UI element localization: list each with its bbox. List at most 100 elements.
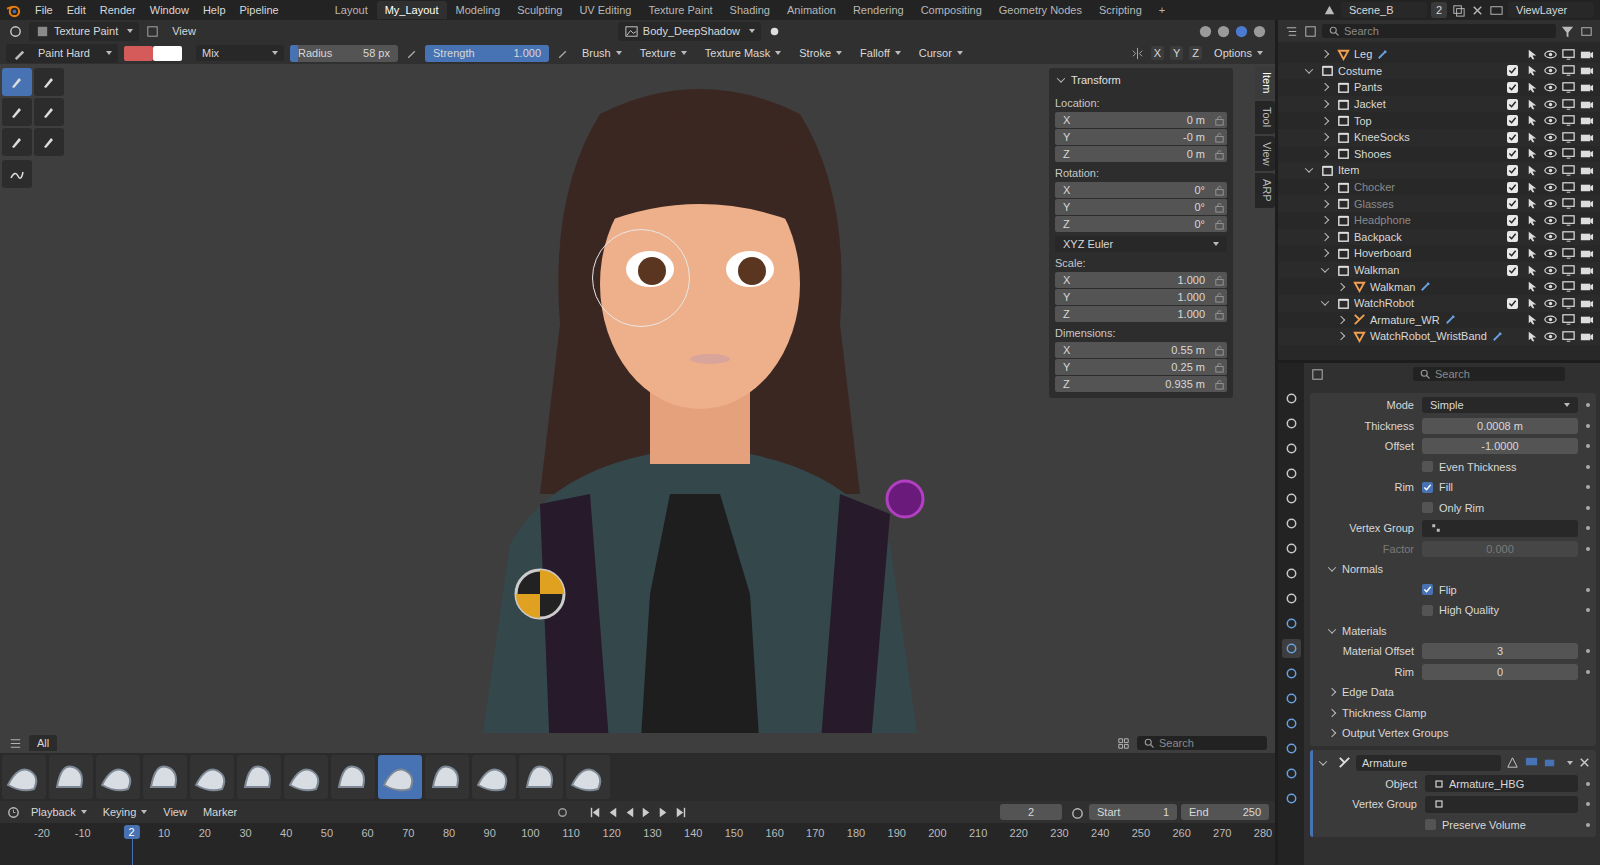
grid-view-icon[interactable] — [1116, 736, 1131, 751]
sidebar-tab[interactable]: View — [1255, 136, 1275, 172]
brush-thumbnail[interactable] — [143, 755, 187, 799]
exclude-checkbox[interactable] — [1507, 298, 1518, 309]
primary-color-swatch[interactable] — [124, 46, 153, 61]
outliner-row[interactable]: Glasses — [1278, 195, 1600, 212]
clock-icon[interactable] — [6, 805, 21, 820]
expand-toggle[interactable] — [1319, 201, 1333, 207]
brush-thumbnail[interactable] — [566, 755, 610, 799]
selectable-icon[interactable] — [1525, 163, 1540, 178]
render-camera-icon[interactable] — [1579, 63, 1594, 78]
keyframe-dot[interactable] — [1586, 403, 1590, 407]
properties-tab-icon[interactable] — [1282, 589, 1301, 608]
brush-thumbnail[interactable] — [472, 755, 516, 799]
subpanel-header[interactable]: Output Vertex Groups — [1314, 723, 1592, 744]
selectable-icon[interactable] — [1525, 47, 1540, 62]
add-workspace-button[interactable]: + — [1151, 1, 1173, 19]
properties-tab-icon[interactable] — [1282, 564, 1301, 583]
visibility-eye-icon[interactable] — [1543, 63, 1558, 78]
outliner-item-name[interactable]: Chocker — [1354, 181, 1395, 193]
playback-button-icon[interactable] — [673, 805, 688, 820]
menu-item[interactable]: Window — [144, 2, 195, 18]
outliner-row[interactable]: KneeSocks — [1278, 129, 1600, 146]
keyframe-dot[interactable] — [1586, 424, 1590, 428]
workspace-tab[interactable]: Layout — [327, 1, 376, 19]
properties-tab-icon[interactable] — [1282, 639, 1301, 658]
symmetry-axis-button[interactable]: X — [1151, 46, 1164, 60]
tool-button[interactable] — [34, 98, 64, 126]
visibility-eye-icon[interactable] — [1543, 196, 1558, 211]
outliner-item-name[interactable]: Armature_WR — [1370, 314, 1440, 326]
outliner-row[interactable]: Jacket — [1278, 96, 1600, 113]
number-field[interactable]: X0.55 m — [1055, 342, 1227, 358]
tool-button[interactable] — [2, 68, 32, 96]
tool-settings-menu[interactable]: Cursor — [913, 45, 969, 61]
workspace-tab[interactable]: Sculpting — [509, 1, 570, 19]
properties-tab-icon[interactable] — [1282, 789, 1301, 808]
tool-settings-menu[interactable]: Falloff — [854, 45, 907, 61]
number-field[interactable]: Z0.935 m — [1055, 376, 1227, 392]
properties-search-field[interactable]: Search — [1413, 367, 1565, 381]
expand-toggle[interactable] — [1303, 68, 1317, 74]
viewport-monitor-icon[interactable] — [1561, 246, 1576, 261]
render-camera-icon[interactable] — [1579, 47, 1594, 62]
properties-tab-icon[interactable] — [1282, 539, 1301, 558]
selectable-icon[interactable] — [1525, 196, 1540, 211]
property-field[interactable]: -1.0000 — [1422, 438, 1578, 454]
outliner-item-name[interactable]: Headphone — [1354, 214, 1411, 226]
selectable-icon[interactable] — [1525, 312, 1540, 327]
expand-toggle[interactable] — [1319, 134, 1333, 140]
viewport-toggle-icon[interactable] — [1524, 755, 1539, 770]
brush-thumbnail[interactable] — [378, 755, 422, 799]
render-camera-icon[interactable] — [1579, 263, 1594, 278]
lock-icon[interactable] — [1214, 275, 1225, 286]
brush-thumbnail[interactable] — [190, 755, 234, 799]
number-field[interactable]: Z0° — [1055, 216, 1227, 232]
render-camera-icon[interactable] — [1579, 213, 1594, 228]
viewport-monitor-icon[interactable] — [1561, 329, 1576, 344]
expand-toggle[interactable] — [1335, 284, 1349, 290]
object-field[interactable] — [1425, 796, 1578, 813]
exclude-checkbox[interactable] — [1507, 231, 1518, 242]
lock-icon[interactable] — [1214, 202, 1225, 213]
selectable-icon[interactable] — [1525, 263, 1540, 278]
selectable-icon[interactable] — [1525, 113, 1540, 128]
outliner-search-field[interactable]: Search — [1322, 24, 1556, 38]
expand-toggle[interactable] — [1319, 51, 1333, 57]
modifier-icon[interactable] — [1443, 312, 1458, 327]
render-camera-icon[interactable] — [1579, 229, 1594, 244]
selectable-icon[interactable] — [1525, 180, 1540, 195]
lock-icon[interactable] — [1214, 309, 1225, 320]
render-camera-icon[interactable] — [1579, 113, 1594, 128]
filter-icon[interactable] — [1560, 24, 1575, 39]
workspace-tab[interactable]: Modeling — [448, 1, 509, 19]
lock-icon[interactable] — [1214, 292, 1225, 303]
render-camera-icon[interactable] — [1579, 196, 1594, 211]
outliner-icon[interactable] — [1284, 24, 1299, 39]
property-field[interactable]: Simple — [1422, 397, 1578, 413]
expand-toggle[interactable] — [1303, 167, 1317, 173]
property-field[interactable]: 0.000 — [1422, 541, 1578, 557]
viewport-monitor-icon[interactable] — [1561, 97, 1576, 112]
expand-toggle[interactable] — [1319, 84, 1333, 90]
sidebar-tab[interactable]: Tool — [1255, 101, 1275, 133]
shading-mode-icon[interactable] — [1216, 24, 1231, 39]
selectable-icon[interactable] — [1525, 80, 1540, 95]
viewport-monitor-icon[interactable] — [1561, 279, 1576, 294]
viewport-monitor-icon[interactable] — [1561, 263, 1576, 278]
visibility-eye-icon[interactable] — [1543, 47, 1558, 62]
selectable-icon[interactable] — [1525, 329, 1540, 344]
close-icon[interactable] — [1470, 3, 1485, 18]
visibility-eye-icon[interactable] — [1543, 130, 1558, 145]
render-camera-icon[interactable] — [1579, 163, 1594, 178]
properties-tab-icon[interactable] — [1282, 714, 1301, 733]
workspace-tab[interactable]: UV Editing — [571, 1, 639, 19]
tool-settings-menu[interactable]: Stroke — [793, 45, 848, 61]
viewport-monitor-icon[interactable] — [1561, 130, 1576, 145]
outliner-item-name[interactable]: Leg — [1354, 48, 1372, 60]
menu-item[interactable]: Render — [94, 2, 142, 18]
outliner-row[interactable]: WatchRobot — [1278, 295, 1600, 312]
menu-item[interactable]: Help — [197, 2, 232, 18]
viewport-monitor-icon[interactable] — [1561, 296, 1576, 311]
brush-thumbnail[interactable] — [331, 755, 375, 799]
workspace-tab[interactable]: Texture Paint — [640, 1, 720, 19]
